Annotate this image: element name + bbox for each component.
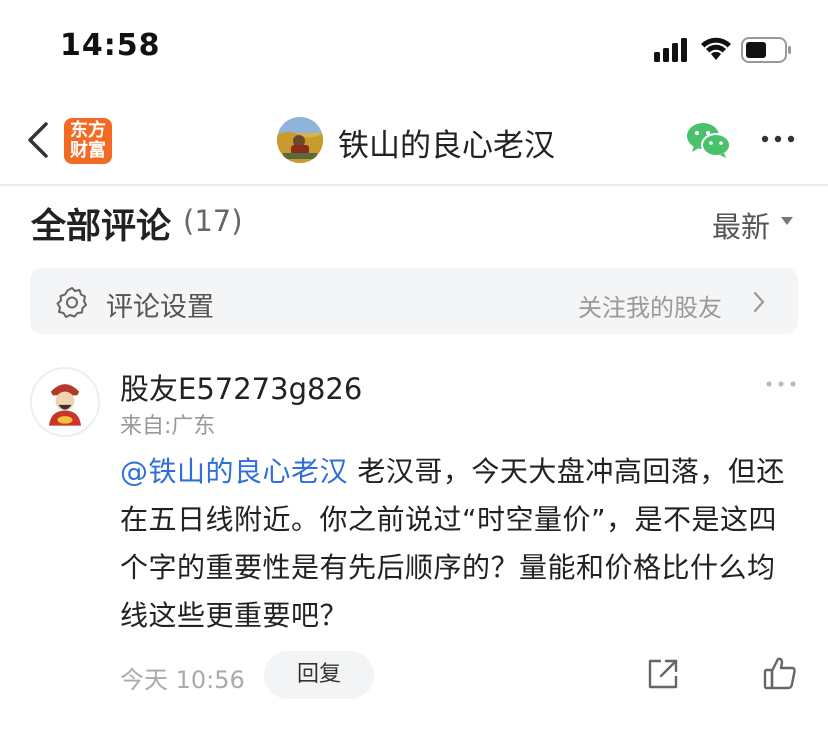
comments-count: (17) xyxy=(183,204,243,238)
page-title: 铁山的良心老汉 xyxy=(338,128,555,164)
caret-down-icon[interactable] xyxy=(780,216,794,226)
comment-settings-label: 评论设置 xyxy=(106,292,214,323)
comment-body: @铁山的良心老汉 老汉哥，今天大盘冲高回落，但还在五日线附近。你之前说过“时空量… xyxy=(120,448,800,640)
follow-filter-label: 关注我的股友 xyxy=(578,294,722,322)
logo-text-line1: 东方 xyxy=(70,120,106,141)
chevron-right-icon xyxy=(753,291,765,313)
comment-timestamp: 今天 10:56 xyxy=(120,666,245,694)
logo-text-line2: 财富 xyxy=(70,140,106,161)
status-time: 14:58 xyxy=(60,28,161,63)
cellular-signal-icon xyxy=(654,38,687,62)
author-avatar[interactable] xyxy=(277,117,323,163)
wechat-icon[interactable] xyxy=(686,120,732,160)
gear-icon xyxy=(56,287,87,318)
wifi-icon xyxy=(701,37,731,60)
nav-divider xyxy=(0,184,828,186)
mention-link[interactable]: @铁山的良心老汉 xyxy=(120,455,348,488)
thumbs-up-icon[interactable] xyxy=(762,655,798,691)
commenter-avatar[interactable] xyxy=(30,367,100,437)
sort-dropdown[interactable]: 最新 xyxy=(712,204,770,246)
app-logo[interactable]: 东方 财富 xyxy=(64,118,112,164)
comments-title: 全部评论 xyxy=(31,207,172,247)
battery-icon xyxy=(741,37,791,63)
reply-button[interactable]: 回复 xyxy=(264,651,374,699)
share-icon[interactable] xyxy=(646,657,680,691)
commenter-username[interactable]: 股友E57273g826 xyxy=(120,366,362,408)
comment-more-icon[interactable] xyxy=(764,376,798,392)
back-icon[interactable] xyxy=(24,120,54,160)
commenter-location: 来自:广东 xyxy=(120,414,216,439)
more-icon[interactable] xyxy=(760,124,796,154)
